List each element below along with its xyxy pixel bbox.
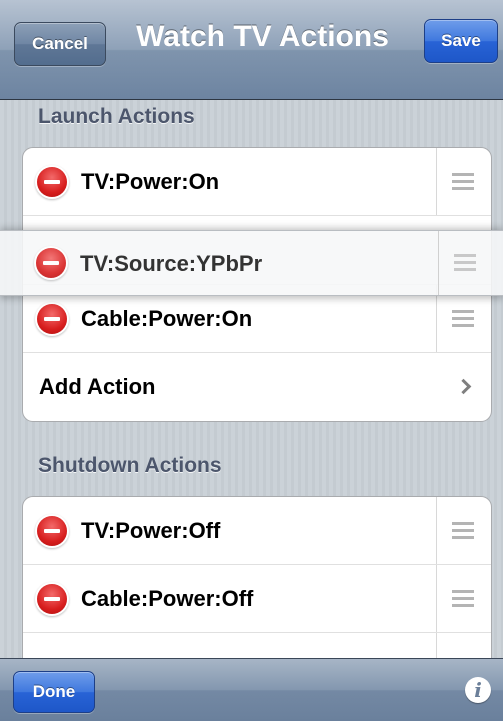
reorder-divider xyxy=(436,497,437,564)
list-item[interactable] xyxy=(23,633,491,658)
reorder-divider xyxy=(436,565,437,632)
action-label: TV:Power:Off xyxy=(81,517,221,543)
minus-circle-icon[interactable] xyxy=(37,166,67,197)
reorder-grip-icon[interactable] xyxy=(452,172,474,191)
reorder-divider xyxy=(436,148,437,215)
reorder-divider xyxy=(436,633,437,658)
minus-circle-icon[interactable] xyxy=(37,303,67,334)
action-label: TV:Power:On xyxy=(81,168,220,194)
reorder-grip-icon[interactable] xyxy=(452,589,474,608)
launch-actions-header: Launch Actions xyxy=(38,105,195,128)
action-label: Cable:Power:On xyxy=(81,305,253,331)
action-label: TV:Source:YPbPr xyxy=(80,251,263,276)
action-label: Cable:Power:Off xyxy=(81,585,254,611)
add-action-label: Add Action xyxy=(39,374,156,399)
dragging-list-item[interactable]: TV:Source:YPbPr xyxy=(0,230,503,296)
reorder-grip-icon[interactable] xyxy=(452,521,474,540)
save-button[interactable]: Save xyxy=(424,19,498,63)
shutdown-actions-header: Shutdown Actions xyxy=(38,454,222,477)
reorder-grip-icon[interactable] xyxy=(452,309,474,328)
list-item[interactable]: TV:Power:On xyxy=(23,148,491,216)
bottom-toolbar: Done i xyxy=(0,658,503,721)
reorder-divider xyxy=(438,231,439,295)
reorder-grip-icon[interactable] xyxy=(454,254,476,272)
add-action-row[interactable]: Add Action xyxy=(23,353,491,421)
info-icon[interactable]: i xyxy=(465,677,491,703)
shutdown-actions-group: TV:Power:Off Cable:Power:Off xyxy=(22,496,492,658)
list-item[interactable]: Cable:Power:Off xyxy=(23,565,491,633)
minus-circle-icon[interactable] xyxy=(37,583,67,614)
minus-circle-icon[interactable] xyxy=(36,248,66,278)
minus-circle-icon[interactable] xyxy=(37,515,67,546)
actions-list[interactable]: Launch Actions TV:Power:On Cable:Power:O… xyxy=(0,100,503,658)
done-button[interactable]: Done xyxy=(13,671,95,713)
navigation-bar: Cancel Watch TV Actions Save xyxy=(0,0,503,100)
chevron-right-icon xyxy=(455,378,472,395)
list-item[interactable]: TV:Power:Off xyxy=(23,497,491,565)
